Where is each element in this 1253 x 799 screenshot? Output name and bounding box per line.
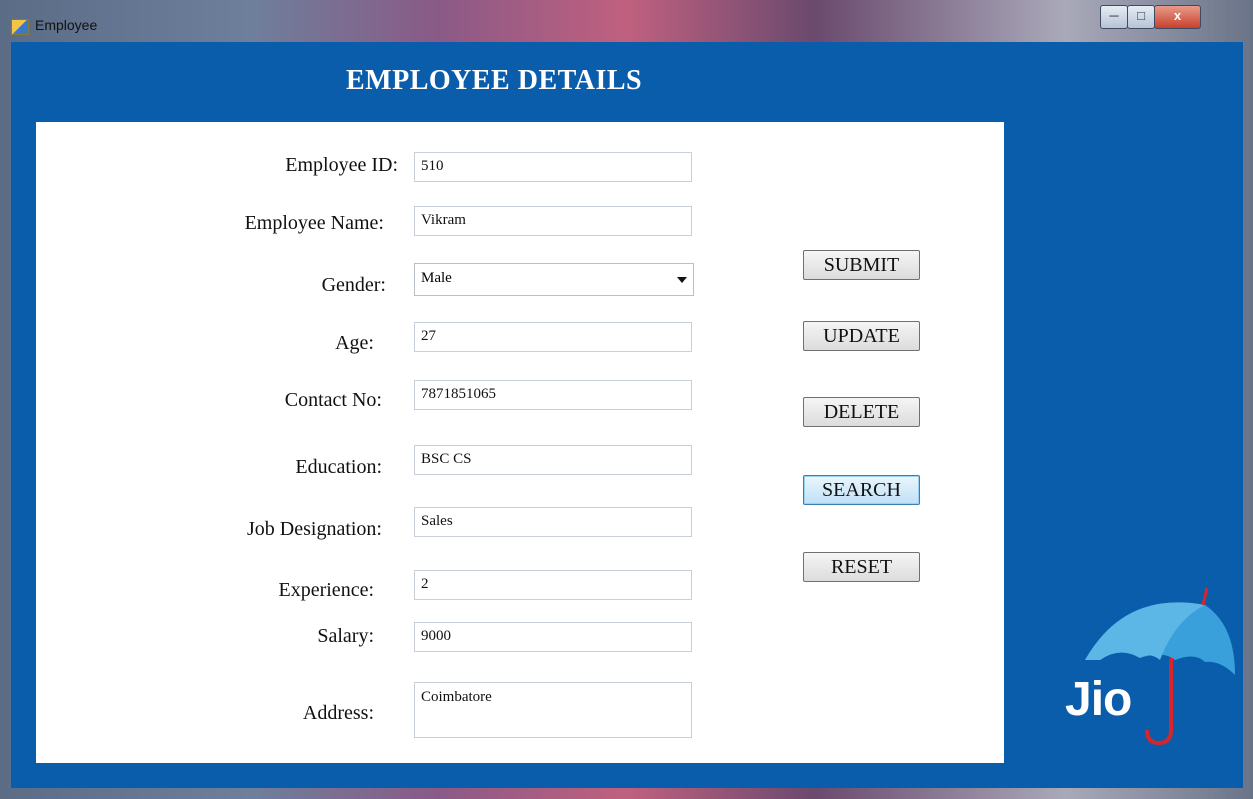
maximize-button[interactable]: □: [1127, 5, 1155, 29]
gender-dropdown[interactable]: Male: [414, 263, 694, 296]
salary-label: Salary:: [317, 625, 374, 647]
experience-label: Experience:: [278, 579, 375, 601]
window-title: Employee: [35, 17, 98, 33]
employee-id-field[interactable]: 510: [414, 152, 692, 182]
experience-field[interactable]: 2: [414, 570, 692, 600]
close-button[interactable]: x: [1154, 5, 1201, 29]
application-window: Employee ─ □ x EMPLOYEE DETAILS Employee…: [0, 0, 1253, 799]
age-field[interactable]: 27: [414, 322, 692, 352]
gender-label: Gender:: [321, 274, 386, 296]
dropdown-arrow-icon[interactable]: [677, 277, 687, 283]
contact-no-field[interactable]: 7871851065: [414, 380, 692, 410]
employee-name-label: Employee Name:: [244, 212, 384, 234]
job-designation-label: Job Designation:: [247, 518, 382, 540]
address-label: Address:: [302, 702, 374, 724]
minimize-button[interactable]: ─: [1100, 5, 1128, 29]
education-label: Education:: [295, 456, 382, 478]
job-designation-field[interactable]: Sales: [414, 507, 692, 537]
title-bar[interactable]: Employee ─ □ x: [0, 0, 1253, 42]
address-textarea[interactable]: Coimbatore: [414, 682, 692, 738]
employee-name-field[interactable]: Vikram: [414, 206, 692, 236]
gender-selected-value: Male: [421, 270, 452, 286]
age-label: Age:: [335, 332, 374, 354]
search-button[interactable]: SEARCH: [803, 475, 920, 505]
salary-field[interactable]: 9000: [414, 622, 692, 652]
app-icon: [11, 19, 29, 35]
jio-logo: Jio: [1045, 580, 1235, 746]
form-panel: Employee ID: 510 Employee Name: Vikram G…: [36, 122, 1004, 763]
employee-id-label: Employee ID:: [285, 154, 398, 176]
delete-button[interactable]: DELETE: [803, 397, 920, 427]
education-field[interactable]: BSC CS: [414, 445, 692, 475]
submit-button[interactable]: SUBMIT: [803, 250, 920, 280]
page-title: EMPLOYEE DETAILS: [346, 65, 643, 96]
reset-button[interactable]: RESET: [803, 552, 920, 582]
contact-no-label: Contact No:: [284, 389, 382, 411]
jio-logo-text: Jio: [1065, 673, 1132, 726]
update-button[interactable]: UPDATE: [803, 321, 920, 351]
